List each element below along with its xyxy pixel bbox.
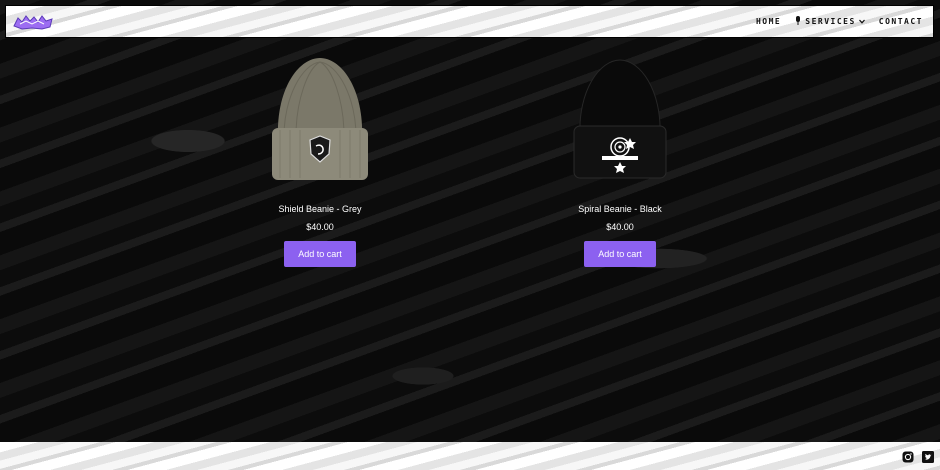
product-price: $40.00 [606,222,634,232]
brand-logo[interactable] [12,12,54,32]
twitter-icon[interactable] [922,450,934,463]
site-footer [0,442,940,470]
product-grid: Shield Beanie - Grey $40.00 Add to cart … [0,45,940,275]
social-links [902,450,934,463]
product-card: Spiral Beanie - Black $40.00 Add to cart [520,45,720,267]
site-header: HOME SERVICES CONTACT [5,5,934,38]
nav-contact-label: CONTACT [878,17,923,26]
add-to-cart-button[interactable]: Add to cart [284,241,356,267]
microphone-icon [795,16,801,27]
nav-contact[interactable]: CONTACT [879,17,923,26]
product-card: Shield Beanie - Grey $40.00 Add to cart [220,45,420,267]
grey-beanie-image[interactable] [250,50,390,190]
nav-home-label: HOME [755,17,782,26]
chevron-down-icon [858,17,865,26]
instagram-icon[interactable] [902,450,914,463]
black-beanie-image[interactable] [550,50,690,190]
product-title[interactable]: Spiral Beanie - Black [520,204,720,214]
main-nav: HOME SERVICES CONTACT [742,16,923,27]
nav-home[interactable]: HOME [756,17,781,26]
nav-services[interactable]: SERVICES [795,16,865,27]
product-title[interactable]: Shield Beanie - Grey [220,204,420,214]
nav-services-label: SERVICES [805,17,856,26]
product-price: $40.00 [306,222,334,232]
add-to-cart-button[interactable]: Add to cart [584,241,656,267]
